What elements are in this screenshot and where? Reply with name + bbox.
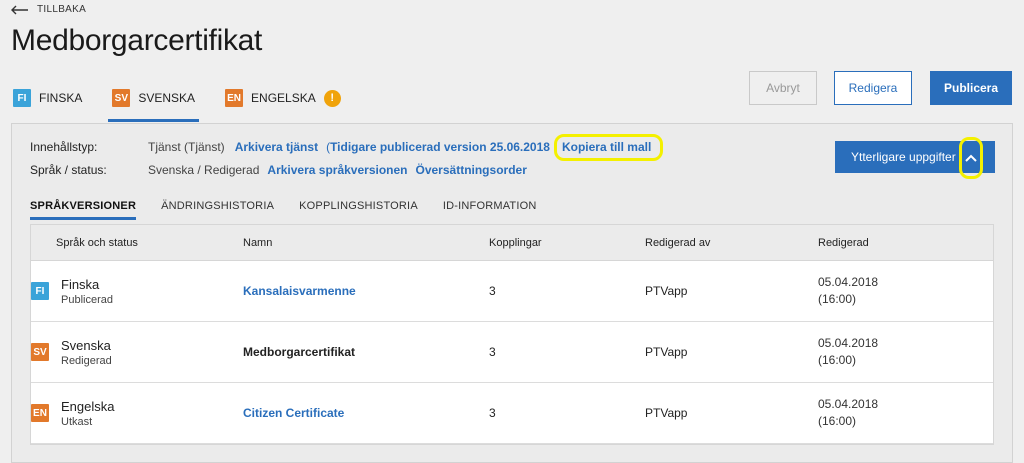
cancel-button[interactable]: Avbryt <box>749 71 817 105</box>
edited-date: 05.04.2018 (16:00) <box>818 274 968 308</box>
col-edited: Redigerad <box>818 236 869 249</box>
archive-language-link[interactable]: Arkivera språkversionen <box>267 163 407 177</box>
language-versions-table: Språk och status Namn Kopplingar Rediger… <box>30 224 994 445</box>
sv-badge: SV <box>31 343 49 361</box>
version-name-link[interactable]: Kansalaisvarmenne <box>243 284 356 298</box>
tab-id-information[interactable]: ID-INFORMATION <box>443 200 537 220</box>
language-name: Svenska <box>61 337 111 353</box>
connections-count: 3 <box>489 406 496 420</box>
language-cell: EN Engelska Utkast <box>31 399 243 428</box>
connections-count: 3 <box>489 345 496 359</box>
publish-button[interactable]: Publicera <box>930 71 1012 105</box>
page-title: Medborgarcertifikat <box>11 24 263 57</box>
warning-icon: ! <box>323 89 341 107</box>
content-type-value: Tjänst (Tjänst) <box>148 140 225 154</box>
en-badge: EN <box>31 404 49 422</box>
content-panel: Innehållstyp: Tjänst (Tjänst) Arkivera t… <box>11 123 1013 463</box>
language-status: Redigerad <box>61 354 112 367</box>
sub-tabs: SPRÅKVERSIONER ÄNDRINGSHISTORIA KOPPLING… <box>30 200 562 220</box>
content-type-label: Innehållstyp: <box>30 140 98 154</box>
tab-finska[interactable]: FI FINSKA <box>11 84 84 112</box>
col-name: Namn <box>243 236 273 249</box>
tab-change-history[interactable]: ÄNDRINGSHISTORIA <box>161 200 274 220</box>
col-connections: Kopplingar <box>489 236 542 249</box>
version-name: Medborgarcertifikat <box>243 345 356 359</box>
col-edited-by: Redigerad av <box>645 236 711 249</box>
language-status: Publicerad <box>61 293 113 306</box>
edited-by: PTVapp <box>645 345 688 359</box>
edited-date: 05.04.2018 (16:00) <box>818 396 968 430</box>
tab-svenska[interactable]: SV SVENSKA <box>108 84 199 122</box>
fi-badge: FI <box>31 282 49 300</box>
language-tabs: FI FINSKA SV SVENSKA EN ENGELSKA ! <box>11 84 369 122</box>
edit-button[interactable]: Redigera <box>834 71 912 105</box>
edited-date-value: 05.04.2018 <box>818 275 879 289</box>
tab-label: ENGELSKA <box>251 91 316 105</box>
edited-date-value: 05.04.2018 <box>818 397 879 411</box>
translation-order-link[interactable]: Översättningsorder <box>416 163 527 177</box>
language-cell: SV Svenska Redigerad <box>31 338 243 367</box>
en-badge: EN <box>225 89 244 107</box>
content-type-row: Innehållstyp: Tjänst (Tjänst) Arkivera t… <box>30 134 664 161</box>
back-label: TILLBAKA <box>37 4 87 15</box>
tab-label: SVENSKA <box>138 91 196 105</box>
tab-engelska[interactable]: EN ENGELSKA ! <box>223 84 343 112</box>
version-name-link[interactable]: Citizen Certificate <box>243 406 344 420</box>
chevron-up-icon[interactable] <box>959 137 983 179</box>
tab-label: FINSKA <box>39 91 83 105</box>
edited-time-value: (16:00) <box>818 414 857 428</box>
previous-version-link[interactable]: Tidigare publicerad version 25.06.2018 <box>330 140 550 154</box>
edited-date: 05.04.2018 (16:00) <box>818 335 968 369</box>
connections-count: 3 <box>489 284 496 298</box>
table-row[interactable]: SV Svenska Redigerad Medborgarcertifikat… <box>31 322 993 383</box>
edited-time-value: (16:00) <box>818 292 857 306</box>
fi-badge: FI <box>13 89 31 107</box>
sv-badge: SV <box>112 89 131 107</box>
more-details-label: Ytterligare uppgifter <box>851 150 956 164</box>
table-header: Språk och status Namn Kopplingar Rediger… <box>31 225 993 261</box>
back-link[interactable]: TILLBAKA <box>11 4 86 15</box>
language-name: Engelska <box>61 398 115 414</box>
copy-to-template-link[interactable]: Kopiera till mall <box>553 134 664 161</box>
language-name: Finska <box>61 276 100 292</box>
edited-by: PTVapp <box>645 284 688 298</box>
archive-service-link[interactable]: Arkivera tjänst <box>235 140 318 154</box>
language-status: Utkast <box>61 415 93 428</box>
language-status-label: Språk / status: <box>30 163 107 177</box>
tab-connection-history[interactable]: KOPPLINGSHISTORIA <box>299 200 418 220</box>
edited-date-value: 05.04.2018 <box>818 336 879 350</box>
table-row[interactable]: EN Engelska Utkast Citizen Certificate 3… <box>31 383 993 444</box>
language-status-row: Språk / status: Svenska / Redigerad Arki… <box>30 163 535 177</box>
more-details-button[interactable]: Ytterligare uppgifter <box>835 137 995 179</box>
table-row[interactable]: FI Finska Publicerad Kansalaisvarmenne 3… <box>31 261 993 322</box>
arrow-left-icon <box>11 5 28 14</box>
language-cell: FI Finska Publicerad <box>31 277 243 306</box>
col-language-status: Språk och status <box>56 236 138 249</box>
language-status-value: Svenska / Redigerad <box>148 163 260 177</box>
tab-language-versions[interactable]: SPRÅKVERSIONER <box>30 200 137 220</box>
edited-by: PTVapp <box>645 406 688 420</box>
edited-time-value: (16:00) <box>818 353 857 367</box>
